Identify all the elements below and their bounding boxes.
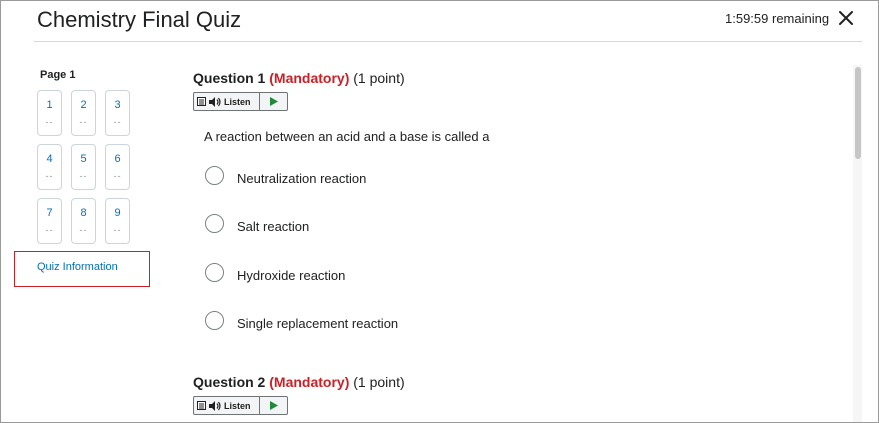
- close-button[interactable]: [835, 7, 857, 29]
- radio-button[interactable]: [205, 263, 224, 282]
- mandatory-label: (Mandatory): [269, 70, 350, 86]
- question-nav-status: --: [45, 225, 54, 235]
- quiz-information-label: Quiz Information: [37, 261, 118, 273]
- play-icon: [269, 401, 278, 410]
- question-nav-4[interactable]: 4 --: [37, 144, 62, 190]
- scrollbar-thumb[interactable]: [855, 67, 861, 159]
- quiz-information-link[interactable]: Quiz Information: [14, 251, 150, 287]
- radio-button[interactable]: [205, 311, 224, 330]
- menu-icon: [197, 401, 206, 410]
- question-1-title: Question 1 (Mandatory) (1 point): [193, 70, 405, 86]
- mandatory-label: (Mandatory): [269, 374, 350, 390]
- question-nav-status: --: [45, 171, 54, 181]
- menu-icon: [197, 97, 206, 106]
- speaker-icon: [209, 400, 221, 411]
- listen-label: Listen: [224, 96, 251, 107]
- question-nav-status: --: [79, 171, 88, 181]
- question-nav-7[interactable]: 7 --: [37, 198, 62, 244]
- quiz-header: Chemistry Final Quiz 1:59:59 remaining: [1, 1, 878, 43]
- question-nav-9[interactable]: 9 --: [105, 198, 130, 244]
- question-nav-status: --: [79, 117, 88, 127]
- page-label: Page 1: [40, 69, 76, 81]
- question-2-title: Question 2 (Mandatory) (1 point): [193, 374, 405, 390]
- question-nav-number: 6: [114, 153, 121, 165]
- question-number: Question 1: [193, 70, 266, 86]
- question-nav-5[interactable]: 5 --: [71, 144, 96, 190]
- question-nav-status: --: [79, 225, 88, 235]
- question-number: Question 2: [193, 374, 266, 390]
- question-nav-status: --: [113, 225, 122, 235]
- quiz-window: Chemistry Final Quiz 1:59:59 remaining P…: [0, 0, 879, 423]
- answer-label: Single replacement reaction: [237, 316, 399, 331]
- question-nav-1[interactable]: 1 --: [37, 90, 62, 136]
- radio-button[interactable]: [205, 214, 224, 233]
- question-nav-number: 9: [114, 207, 121, 219]
- question-nav-number: 2: [80, 99, 87, 111]
- listen-label: Listen: [224, 400, 251, 411]
- listen-toolbar-1: Listen: [193, 92, 288, 111]
- time-remaining: 1:59:59 remaining: [725, 11, 830, 26]
- radio-button[interactable]: [205, 166, 224, 185]
- speaker-icon: [209, 96, 221, 107]
- answer-label: Salt reaction: [237, 219, 310, 234]
- close-icon: [839, 11, 853, 25]
- listen-button[interactable]: Listen: [194, 93, 260, 110]
- points-label: (1 point): [353, 70, 405, 86]
- points-label: (1 point): [353, 374, 405, 390]
- question-nav-number: 1: [46, 99, 53, 111]
- play-icon: [269, 97, 278, 106]
- question-nav-number: 4: [46, 153, 53, 165]
- question-nav-number: 5: [80, 153, 87, 165]
- play-button[interactable]: [260, 93, 287, 110]
- header-divider: [34, 41, 862, 42]
- question-nav-6[interactable]: 6 --: [105, 144, 130, 190]
- answer-label: Neutralization reaction: [237, 171, 367, 186]
- listen-toolbar-2: Listen: [193, 396, 288, 415]
- question-nav-number: 7: [46, 207, 53, 219]
- question-nav-status: --: [113, 117, 122, 127]
- question-text: A reaction between an acid and a base is…: [204, 129, 490, 144]
- question-nav-3[interactable]: 3 --: [105, 90, 130, 136]
- question-nav-number: 3: [114, 99, 121, 111]
- listen-button[interactable]: Listen: [194, 397, 260, 414]
- question-nav-status: --: [113, 171, 122, 181]
- question-nav-2[interactable]: 2 --: [71, 90, 96, 136]
- question-nav-number: 8: [80, 207, 87, 219]
- answer-label: Hydroxide reaction: [237, 268, 346, 283]
- play-button[interactable]: [260, 397, 287, 414]
- question-nav-status: --: [45, 117, 54, 127]
- page-title: Chemistry Final Quiz: [37, 7, 242, 32]
- question-nav-8[interactable]: 8 --: [71, 198, 96, 244]
